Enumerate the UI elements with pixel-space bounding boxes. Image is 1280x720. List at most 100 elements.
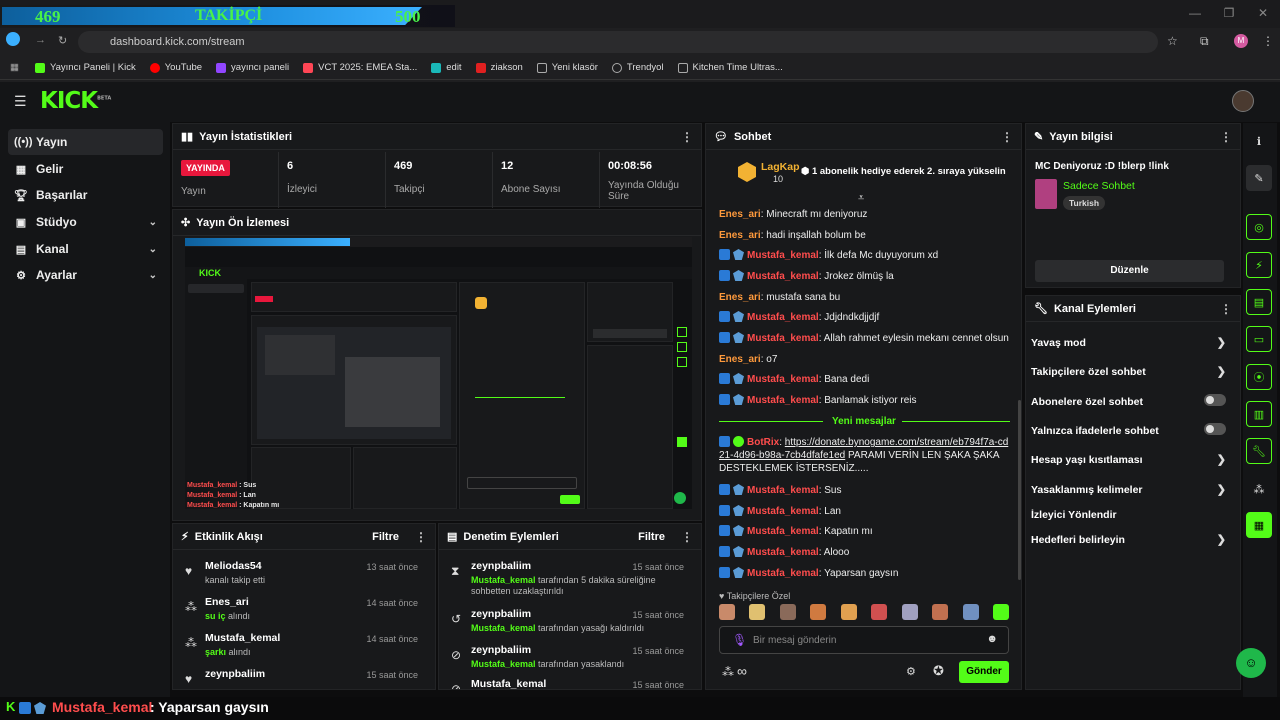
wrench-icon[interactable]: 🔧︎ — [1246, 438, 1272, 464]
emote-icon[interactable] — [871, 604, 888, 620]
chevron-down-icon: ⌄ — [148, 269, 157, 281]
apps-icon[interactable]: ▦ — [10, 62, 19, 73]
expand-pinned-icon[interactable]: ⩡ — [858, 192, 864, 205]
more-options-icon[interactable]: ⋮ — [415, 530, 427, 544]
target-icon[interactable]: ◎ — [1246, 214, 1272, 240]
action-followers-only[interactable]: Takipçilere özel sohbet ❯ — [1031, 366, 1226, 378]
broadcast-icon[interactable]: ⦿ — [1246, 364, 1272, 390]
pencil-icon[interactable]: ✎ — [1246, 165, 1272, 191]
edit-button[interactable]: Düzenle — [1035, 260, 1224, 282]
minimize-icon[interactable]: — — [1178, 6, 1212, 20]
emote-icon[interactable] — [810, 604, 827, 620]
stat-live: YAYINDA Yayın — [173, 152, 279, 208]
emoji-icon[interactable]: ☻ — [986, 633, 998, 645]
bookmark-twitch[interactable]: yayıncı paneli — [216, 62, 289, 73]
action-slow-mode[interactable]: Yavaş mod ❯ — [1031, 337, 1226, 349]
action-subscribers-only[interactable]: Abonelere özel sohbet — [1031, 394, 1226, 408]
stream-stats-header: ▮▮ Yayın İstatistikleri ⋮ — [173, 124, 701, 150]
more-options-icon[interactable]: ⋮ — [681, 530, 693, 544]
points-icon[interactable]: ⁂ — [722, 665, 734, 679]
support-chat-icon[interactable]: ☺ — [1236, 648, 1266, 678]
stream-preview-video[interactable]: KICK Mustafa_kemal : Sus Mustafa_kemal :… — [185, 237, 692, 509]
bookmark-kitchen[interactable]: Kitchen Time Ultras... — [677, 62, 783, 73]
sidebar-item-gelir[interactable]: ▦ Gelir — [8, 156, 163, 182]
browser-menu-icon[interactable]: ⋮ — [1262, 34, 1274, 48]
profile-avatar[interactable]: M — [1234, 34, 1248, 48]
event-item: ⁂ Mustafa_kemal şarkı alındı 14 saat önce — [185, 632, 418, 657]
action-banned-words[interactable]: Yasaklanmış kelimeler ❯ — [1031, 484, 1226, 496]
reload-icon[interactable]: ↻ — [58, 34, 67, 47]
more-options-icon[interactable]: ⋮ — [1001, 130, 1013, 144]
emote-icon[interactable] — [840, 604, 857, 620]
wrench-icon: 🔧︎ — [1034, 303, 1048, 315]
kick-header — [0, 82, 1280, 122]
chat-settings-icon[interactable]: ⚙ — [906, 665, 916, 678]
bookmark-vct[interactable]: VCT 2025: EMEA Sta... — [303, 62, 417, 73]
more-options-icon[interactable]: ⋮ — [1220, 302, 1232, 316]
emote-icon[interactable] — [779, 604, 796, 620]
action-emote-only[interactable]: Yalnızca ifadelerle sohbet — [1031, 423, 1226, 437]
sidebar-item-studyo[interactable]: ▣ Stüdyo ⌄ — [8, 209, 163, 235]
bookmark-trendyol[interactable]: Trendyol — [611, 62, 664, 73]
emote-icon[interactable] — [749, 604, 766, 620]
bookmark-ziakson[interactable]: ziakson — [475, 62, 523, 73]
bookmark-kick[interactable]: Yayıncı Paneli | Kick — [34, 62, 136, 73]
sidebar-item-yayin[interactable]: ((•)) Yayın — [8, 129, 163, 155]
kick-logo[interactable]: KICKBETA — [40, 88, 111, 114]
chat-icon[interactable]: ▭ — [1246, 326, 1272, 352]
lightning-icon[interactable]: ⚡︎ — [1246, 252, 1272, 278]
og-badge-icon — [733, 249, 744, 260]
emote-icon[interactable] — [901, 604, 918, 620]
og-badge-icon — [733, 546, 744, 557]
clapper-icon[interactable]: ▦ — [1246, 512, 1272, 538]
emote-only-toggle[interactable] — [1204, 423, 1226, 435]
microphone-icon[interactable]: 🎙︎ — [732, 633, 747, 647]
new-messages-label[interactable]: Yeni mesajlar — [832, 416, 896, 427]
moderation-panel: ▤ Denetim Eylemleri Filtre ⋮ ⧗ zeynpbaliim… — [438, 523, 702, 690]
more-options-icon[interactable]: ⋮ — [681, 130, 693, 144]
chat-message: Mustafa_kemal: Yaparsan gaysın — [719, 567, 1014, 580]
chat-scrollbar[interactable] — [1018, 400, 1021, 580]
stats-icon: ▮▮ — [181, 131, 194, 143]
bookmark-edit[interactable]: edit — [431, 62, 462, 73]
action-redirect-viewers[interactable]: İzleyici Yönlendir — [1031, 509, 1226, 521]
bookmark-youtube[interactable]: YouTube — [149, 62, 202, 73]
forward-icon[interactable]: → — [35, 34, 46, 46]
layout-icon[interactable]: ▥ — [1246, 401, 1272, 427]
moderator-badge-icon — [719, 484, 730, 495]
extensions-icon[interactable]: ⧉ — [1200, 34, 1209, 49]
bookmark-folder[interactable]: Yeni klasör — [536, 62, 598, 73]
category-link[interactable]: Sadece Sohbet — [1063, 180, 1135, 192]
chevron-down-icon: ⌄ — [148, 216, 157, 228]
user-avatar[interactable] — [1232, 90, 1254, 112]
document-icon[interactable]: ▤ — [1246, 289, 1272, 315]
action-set-goals[interactable]: Hedefleri belirleyin ❯ — [1031, 534, 1226, 546]
event-filter-button[interactable]: Filtre — [372, 531, 399, 543]
emote-icon[interactable] — [992, 604, 1009, 620]
points-icon[interactable]: ⁂ — [1246, 476, 1272, 502]
info-icon[interactable]: ℹ — [1246, 128, 1272, 154]
close-icon[interactable]: ✕ — [1246, 6, 1280, 20]
send-button[interactable]: Gönder — [959, 661, 1009, 683]
bot-icon[interactable]: ✪ — [933, 663, 944, 679]
emote-icon[interactable] — [932, 604, 949, 620]
sidebar-item-basarilar[interactable]: 🏆︎ Başarılar — [8, 182, 163, 208]
sidebar-item-kanal[interactable]: ▤ Kanal ⌄ — [8, 236, 163, 262]
sidebar-item-ayarlar[interactable]: ⚙ Ayarlar ⌄ — [8, 262, 163, 288]
emote-icon[interactable] — [962, 604, 979, 620]
chat-input[interactable]: 🎙︎ Bir mesaj gönderin ☻ — [719, 626, 1009, 654]
moderation-header: ▤ Denetim Eylemleri Filtre ⋮ — [439, 524, 701, 550]
url-field[interactable]: dashboard.kick.com/stream — [78, 31, 1158, 53]
subscribers-only-toggle[interactable] — [1204, 394, 1226, 406]
hamburger-menu-icon[interactable]: ☰ — [14, 93, 27, 110]
more-options-icon[interactable]: ⋮ — [1220, 130, 1232, 144]
category-thumbnail — [1035, 179, 1057, 209]
moderation-filter-button[interactable]: Filtre — [638, 531, 665, 543]
bookmark-star-icon[interactable]: ☆ — [1167, 34, 1178, 48]
og-badge-icon — [733, 567, 744, 578]
moderator-badge-icon — [719, 249, 730, 260]
bookmarks-bar: ▦ Yayıncı Paneli | Kick YouTube yayıncı … — [0, 56, 1280, 80]
restore-icon[interactable]: ❐ — [1212, 6, 1246, 20]
emote-icon[interactable] — [719, 604, 735, 620]
action-account-age[interactable]: Hesap yaşı kısıtlaması ❯ — [1031, 454, 1226, 466]
